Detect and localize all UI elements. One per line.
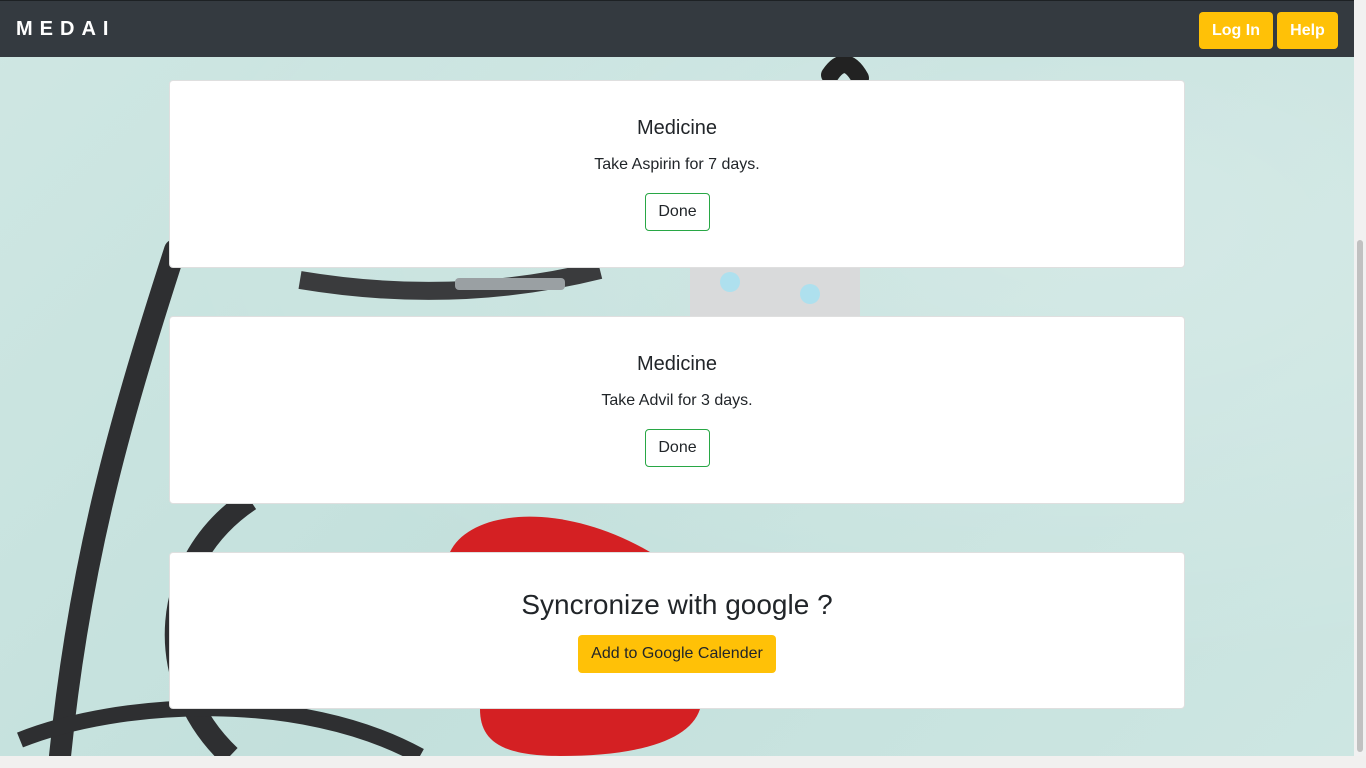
reminder-text: Take Advil for 3 days. xyxy=(601,392,753,409)
brand-logo[interactable]: MEDAI xyxy=(16,18,115,41)
vertical-scrollbar[interactable] xyxy=(1354,0,1366,756)
sync-title: Syncronize with google ? xyxy=(521,589,833,620)
reminder-title: Medicine xyxy=(636,353,718,375)
done-button[interactable]: Done xyxy=(645,429,710,467)
reminder-text: Take Aspirin for 7 days. xyxy=(594,156,760,173)
reminder-card: Medicine Take Advil for 3 days. Done xyxy=(169,316,1185,504)
scrollbar-thumb[interactable] xyxy=(1357,240,1363,752)
sync-card: Syncronize with google ? Add to Google C… xyxy=(169,552,1185,709)
add-to-google-calendar-button[interactable]: Add to Google Calender xyxy=(578,635,776,673)
page-viewport: MEDAI Log In Help Medicine Take Aspirin … xyxy=(0,0,1354,756)
top-navbar: MEDAI Log In Help xyxy=(0,0,1354,57)
login-button[interactable]: Log In xyxy=(1199,12,1273,49)
done-button[interactable]: Done xyxy=(645,193,710,231)
help-button[interactable]: Help xyxy=(1277,12,1338,49)
bottom-edge xyxy=(0,756,1366,768)
reminder-card: Medicine Take Aspirin for 7 days. Done xyxy=(169,80,1185,268)
reminder-title: Medicine xyxy=(636,117,718,139)
